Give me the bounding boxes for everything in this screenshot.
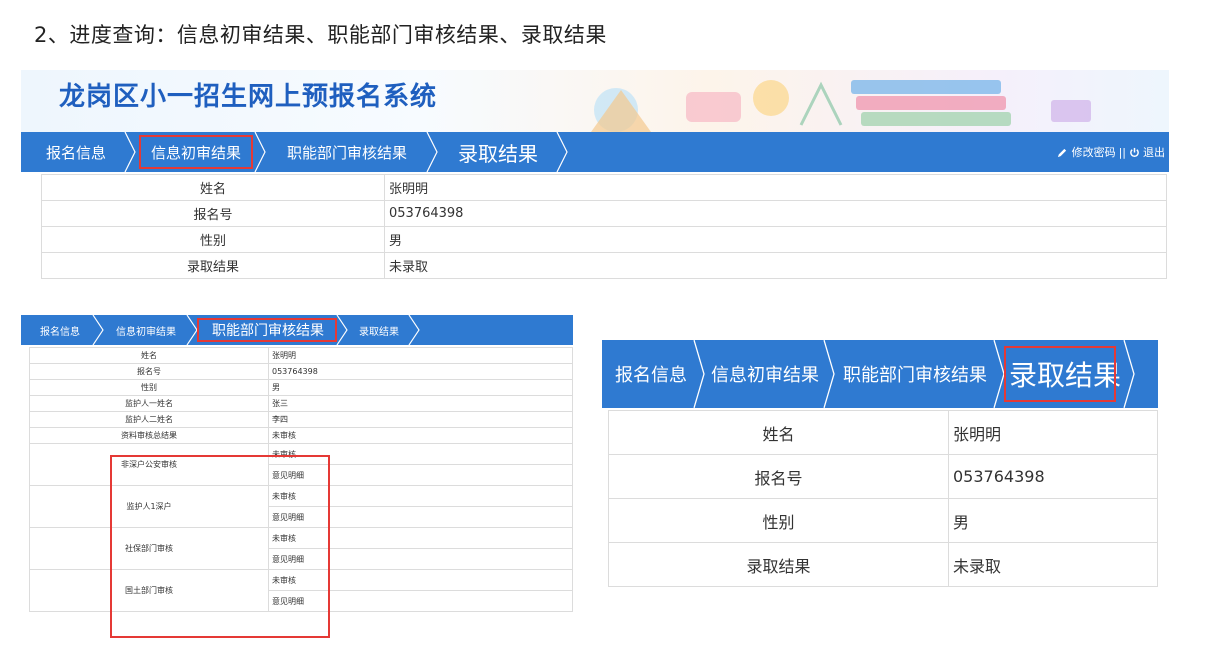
highlight-box bbox=[139, 135, 253, 169]
tab-signup-info[interactable]: 报名信息 bbox=[21, 315, 104, 345]
field-label: 性别 bbox=[608, 498, 949, 543]
chevron-right-icon bbox=[556, 132, 568, 172]
tab-initial-review[interactable]: 信息初审结果 bbox=[700, 340, 835, 408]
tab-admission-result[interactable]: 录取结果 bbox=[433, 132, 568, 172]
table-row: 性别 男 bbox=[41, 226, 1167, 253]
field-value: 男 bbox=[948, 498, 1158, 543]
tab-label: 录取结果 bbox=[458, 141, 538, 166]
table-row: 资料审核总结果 未审核 bbox=[29, 427, 573, 444]
field-label: 姓名 bbox=[608, 410, 949, 455]
account-links: 修改密码 || 退出 bbox=[1057, 144, 1169, 160]
table-row: 监护人一姓名 张三 bbox=[29, 395, 573, 412]
table-row: 报名号 053764398 bbox=[29, 363, 573, 380]
chevron-right-icon bbox=[408, 315, 420, 345]
field-label: 报名号 bbox=[41, 200, 385, 227]
admission-result-table: 姓名 张明明 报名号 053764398 性别 男 录取结果 未录取 bbox=[608, 410, 1158, 587]
field-label: 录取结果 bbox=[41, 252, 385, 279]
power-icon bbox=[1130, 147, 1139, 157]
tab-signup-info[interactable]: 报名信息 bbox=[602, 340, 705, 408]
field-label: 性别 bbox=[41, 226, 385, 253]
tab-label: 报名信息 bbox=[45, 143, 106, 162]
screenshot-initial-review: 龙岗区小一招生网上预报名系统 报名信息 信息初审结果 职能部门审核结果 录取结果… bbox=[21, 70, 1169, 283]
header-banner: 龙岗区小一招生网上预报名系统 bbox=[21, 70, 1169, 132]
field-value: 张明明 bbox=[384, 174, 1167, 201]
table-row: 录取结果 未录取 bbox=[608, 542, 1158, 587]
tab-admission-result[interactable]: 录取结果 bbox=[343, 315, 420, 345]
tab-label: 报名信息 bbox=[615, 365, 687, 386]
tab-signup-info[interactable]: 报名信息 bbox=[21, 132, 136, 172]
field-label: 姓名 bbox=[41, 174, 385, 201]
table-row: 监护人二姓名 李四 bbox=[29, 411, 573, 428]
tab-label: 录取结果 bbox=[359, 326, 399, 338]
field-label: 监护人一姓名 bbox=[29, 395, 269, 412]
table-row: 报名号 053764398 bbox=[608, 454, 1158, 499]
change-password-link[interactable]: 修改密码 bbox=[1072, 144, 1116, 160]
tab-admission-result[interactable]: 录取结果 bbox=[1000, 340, 1135, 408]
field-value: 未录取 bbox=[384, 252, 1167, 279]
tab-initial-review[interactable]: 信息初审结果 bbox=[131, 132, 266, 172]
field-value: 张明明 bbox=[268, 347, 573, 364]
field-value: 男 bbox=[268, 379, 573, 396]
tab-dept-review[interactable]: 职能部门审核结果 bbox=[830, 340, 1005, 408]
field-label: 性别 bbox=[29, 379, 269, 396]
table-row: 录取结果 未录取 bbox=[41, 252, 1167, 279]
field-label: 录取结果 bbox=[608, 542, 949, 587]
tab-label: 职能部门审核结果 bbox=[843, 365, 987, 386]
nav-bar: 报名信息 信息初审结果 职能部门审核结果 录取结果 bbox=[602, 340, 1158, 408]
status-value: 未审核 bbox=[268, 427, 573, 444]
field-value: 053764398 bbox=[268, 363, 573, 380]
tab-label: 信息初审结果 bbox=[711, 365, 819, 386]
initial-review-table: 姓名 张明明 报名号 053764398 性别 男 录取结果 未录取 bbox=[41, 174, 1167, 279]
document-heading: 2、进度查询：信息初审结果、职能部门审核结果、录取结果 bbox=[34, 23, 607, 47]
field-value: 未录取 bbox=[948, 542, 1158, 587]
field-value: 053764398 bbox=[948, 454, 1158, 499]
pencil-icon bbox=[1057, 148, 1066, 157]
system-title: 龙岗区小一招生网上预报名系统 bbox=[59, 82, 438, 112]
highlight-box bbox=[1004, 346, 1116, 402]
tab-label: 报名信息 bbox=[40, 326, 80, 338]
separator: || bbox=[1118, 145, 1126, 159]
logout-link[interactable]: 退出 bbox=[1143, 144, 1165, 160]
screenshot-dept-review: 报名信息 信息初审结果 职能部门审核结果 录取结果 姓名 张明明 报名号 053… bbox=[21, 315, 573, 643]
field-value: 张明明 bbox=[948, 410, 1158, 455]
screenshot-admission-result: 报名信息 信息初审结果 职能部门审核结果 录取结果 姓名 张明明 报名号 053… bbox=[602, 340, 1158, 587]
tab-label: 信息初审结果 bbox=[116, 326, 176, 338]
tab-dept-review[interactable]: 职能部门审核结果 bbox=[261, 132, 438, 172]
table-row: 性别 男 bbox=[608, 498, 1158, 543]
field-value: 男 bbox=[384, 226, 1167, 253]
field-label: 监护人二姓名 bbox=[29, 411, 269, 428]
table-row: 姓名 张明明 bbox=[608, 410, 1158, 455]
field-value: 张三 bbox=[268, 395, 573, 412]
table-row: 姓名 张明明 bbox=[41, 174, 1167, 201]
tab-dept-review[interactable]: 职能部门审核结果 bbox=[193, 315, 348, 345]
review-results-highlight bbox=[110, 455, 330, 638]
field-label: 报名号 bbox=[29, 363, 269, 380]
table-row: 报名号 053764398 bbox=[41, 200, 1167, 227]
field-label: 资料审核总结果 bbox=[29, 427, 269, 444]
highlight-box bbox=[197, 318, 337, 342]
tab-initial-review[interactable]: 信息初审结果 bbox=[99, 315, 198, 345]
tab-label: 职能部门审核结果 bbox=[286, 143, 407, 162]
field-label: 姓名 bbox=[29, 347, 269, 364]
field-value: 053764398 bbox=[384, 200, 1167, 227]
table-row: 姓名 张明明 bbox=[29, 347, 573, 364]
chevron-right-icon bbox=[1123, 340, 1135, 408]
field-value: 李四 bbox=[268, 411, 573, 428]
field-label: 报名号 bbox=[608, 454, 949, 499]
banner-illustration bbox=[591, 80, 1091, 132]
table-row: 性别 男 bbox=[29, 379, 573, 396]
nav-bar: 报名信息 信息初审结果 职能部门审核结果 录取结果 bbox=[21, 315, 573, 345]
nav-bar: 报名信息 信息初审结果 职能部门审核结果 录取结果 修改密码 || 退出 bbox=[21, 132, 1169, 172]
